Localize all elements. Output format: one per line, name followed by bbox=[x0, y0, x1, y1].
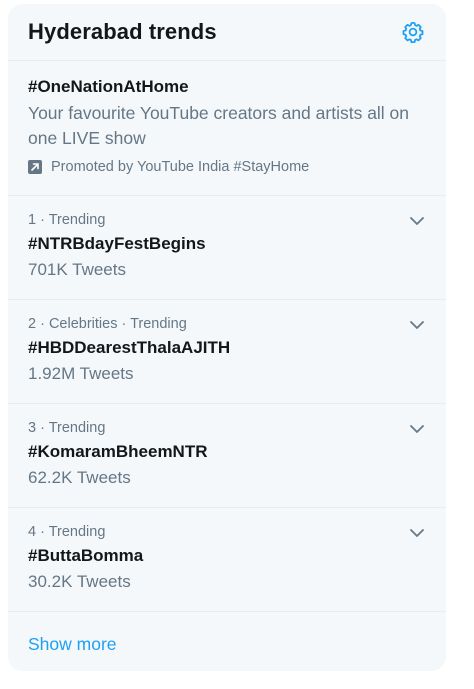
chevron-down-icon[interactable] bbox=[408, 524, 426, 542]
trend-tweet-count: 62.2K Tweets bbox=[28, 468, 131, 487]
chevron-down-icon[interactable] bbox=[408, 420, 426, 438]
trends-title: Hyderabad trends bbox=[28, 19, 217, 44]
trend-item[interactable]: 1 · Trending #NTRBdayFestBegins 701K Twe… bbox=[8, 196, 446, 300]
trend-item[interactable]: 4 · Trending #ButtaBomma 30.2K Tweets bbox=[8, 508, 446, 612]
trends-card: Hyderabad trends #OneNationAtHome Your f… bbox=[8, 4, 446, 671]
trend-item[interactable]: 3 · Trending #KomaramBheemNTR 62.2K Twee… bbox=[8, 404, 446, 508]
trend-item[interactable]: 2 · Celebrities · Trending #HBDDearestTh… bbox=[8, 300, 446, 404]
promoted-hashtag: #OneNationAtHome bbox=[28, 77, 189, 96]
trends-header: Hyderabad trends bbox=[8, 4, 446, 61]
trend-meta: 4 · Trending bbox=[28, 524, 106, 540]
trend-meta: 3 · Trending bbox=[28, 420, 106, 436]
show-more-link[interactable]: Show more bbox=[8, 612, 446, 671]
promoted-trend[interactable]: #OneNationAtHome Your favourite YouTube … bbox=[8, 61, 446, 196]
chevron-down-icon[interactable] bbox=[408, 316, 426, 334]
trend-name: #HBDDearestThalaAJITH bbox=[28, 338, 231, 357]
promoted-arrow-icon bbox=[28, 160, 42, 174]
promoted-by-label: Promoted by YouTube India #StayHome bbox=[51, 159, 310, 175]
trend-name: #NTRBdayFestBegins bbox=[28, 234, 206, 253]
trend-tweet-count: 701K Tweets bbox=[28, 260, 126, 279]
promoted-description: Your favourite YouTube creators and arti… bbox=[28, 103, 410, 148]
trend-name: #KomaramBheemNTR bbox=[28, 442, 208, 461]
chevron-down-icon[interactable] bbox=[408, 212, 426, 230]
settings-gear-icon[interactable] bbox=[400, 19, 426, 45]
trend-tweet-count: 1.92M Tweets bbox=[28, 364, 134, 383]
trend-meta: 2 · Celebrities · Trending bbox=[28, 316, 187, 332]
trend-meta: 1 · Trending bbox=[28, 212, 106, 228]
trend-name: #ButtaBomma bbox=[28, 546, 144, 565]
promoted-by-row: Promoted by YouTube India #StayHome bbox=[28, 159, 426, 175]
trend-tweet-count: 30.2K Tweets bbox=[28, 572, 131, 591]
